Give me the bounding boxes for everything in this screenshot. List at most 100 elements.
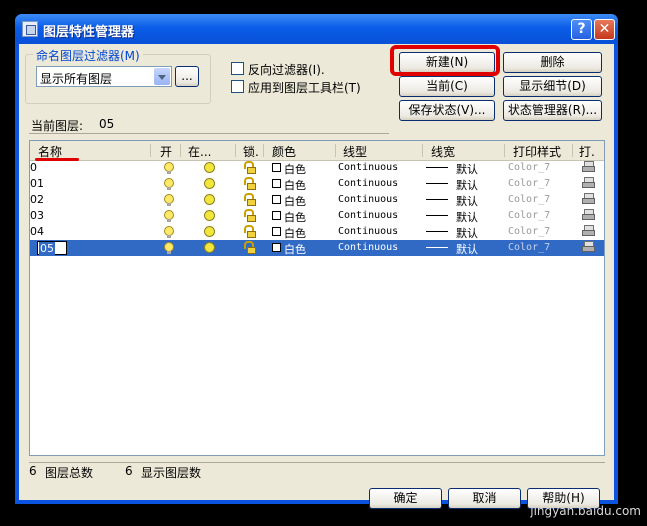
lineweight[interactable]: 默认 [456, 241, 478, 257]
sun-icon[interactable] [204, 194, 215, 205]
sun-icon[interactable] [204, 210, 215, 221]
shown-label: 显示图层数 [141, 466, 202, 480]
color-swatch[interactable] [272, 243, 281, 252]
layer-list[interactable]: 名称 开 在... 锁. 颜色 线型 线宽 打印样式 打. 0 白色 Continu… [29, 140, 605, 456]
lineweight-sample [426, 183, 448, 184]
apply-toolbar-checkbox[interactable] [231, 80, 244, 93]
column-divider[interactable] [504, 144, 505, 157]
color-swatch[interactable] [272, 195, 281, 204]
apply-toolbar-label: 应用到图层工具栏(T) [248, 81, 361, 95]
bulb-icon[interactable] [164, 226, 174, 238]
lineweight[interactable]: 默认 [456, 225, 478, 241]
window-title: 图层特性管理器 [43, 25, 135, 40]
state-manager-button[interactable]: 状态管理器(R)... [503, 100, 602, 121]
unlock-icon[interactable] [244, 209, 256, 222]
color-swatch[interactable] [272, 179, 281, 188]
sun-icon[interactable] [204, 226, 215, 237]
printer-icon[interactable] [582, 209, 595, 221]
layer-name-edit[interactable]: 05 [37, 241, 67, 255]
filter-browse-button[interactable]: ... [175, 66, 199, 87]
invert-filter-checkbox[interactable] [231, 62, 244, 75]
bulb-icon[interactable] [164, 210, 174, 222]
col-lock[interactable]: 锁. [243, 143, 259, 160]
lineweight-sample [426, 247, 448, 248]
unlock-icon[interactable] [244, 225, 256, 238]
col-color[interactable]: 颜色 [272, 143, 296, 160]
linetype[interactable]: Continuous [338, 210, 398, 221]
lineweight-sample [426, 167, 448, 168]
close-button[interactable]: ✕ [594, 19, 615, 40]
bulb-icon[interactable] [164, 242, 174, 254]
lineweight[interactable]: 默认 [456, 161, 478, 177]
unlock-icon[interactable] [244, 161, 256, 174]
unlock-icon[interactable] [244, 193, 256, 206]
lineweight[interactable]: 默认 [456, 177, 478, 193]
color-swatch[interactable] [272, 211, 281, 220]
bulb-icon[interactable] [164, 194, 174, 206]
chevron-down-icon[interactable] [154, 68, 170, 85]
color-name: 白色 [284, 243, 306, 256]
printer-icon[interactable] [582, 193, 595, 205]
sun-icon[interactable] [204, 242, 215, 253]
linetype[interactable]: Continuous [338, 194, 398, 205]
col-plot[interactable]: 打. [579, 143, 595, 160]
table-row[interactable]: 04 白色 Continuous 默认 Color_7 [30, 224, 604, 240]
column-divider[interactable] [422, 144, 423, 157]
col-on[interactable]: 开 [160, 143, 172, 160]
linetype[interactable]: Continuous [338, 162, 398, 173]
bulb-icon[interactable] [164, 162, 174, 174]
printer-icon[interactable] [582, 225, 595, 237]
layer-filter-combo[interactable]: 显示所有图层 [36, 66, 172, 87]
printer-icon[interactable] [582, 161, 595, 173]
col-lineweight[interactable]: 线宽 [431, 143, 455, 160]
layer-name: 01 [30, 177, 44, 190]
column-divider[interactable] [150, 144, 151, 157]
filter-group-label: 命名图层过滤器(M) [33, 47, 143, 64]
table-row[interactable]: 01 白色 Continuous 默认 Color_7 [30, 176, 604, 192]
printer-icon[interactable] [582, 177, 595, 189]
set-current-button[interactable]: 当前(C) [399, 76, 495, 97]
help-title-button[interactable]: ? [571, 19, 592, 40]
sun-icon[interactable] [204, 178, 215, 189]
column-divider[interactable] [335, 144, 336, 157]
title-bar[interactable]: 图层特性管理器 ? ✕ [15, 14, 618, 44]
table-row[interactable]: 02 白色 Continuous 默认 Color_7 [30, 192, 604, 208]
linetype[interactable]: Continuous [338, 178, 398, 189]
plot-style: Color_7 [508, 210, 551, 221]
dialog-body: 命名图层过滤器(M) 显示所有图层 ... 反向过滤器(I). 应用到图层工具栏… [19, 44, 614, 509]
column-divider[interactable] [263, 144, 264, 157]
ok-button[interactable]: 确定 [369, 488, 442, 509]
app-icon [22, 21, 38, 37]
lineweight[interactable]: 默认 [456, 209, 478, 225]
show-details-button[interactable]: 显示细节(D) [503, 76, 602, 97]
table-row[interactable]: 0 白色 Continuous 默认 Color_7 [30, 160, 604, 176]
table-row[interactable]: 03 白色 Continuous 默认 Color_7 [30, 208, 604, 224]
linetype[interactable]: Continuous [338, 226, 398, 237]
lineweight[interactable]: 默认 [456, 193, 478, 209]
column-divider[interactable] [572, 144, 573, 157]
bulb-icon[interactable] [164, 178, 174, 190]
column-divider[interactable] [235, 144, 236, 157]
color-name: 白色 [284, 163, 306, 176]
table-row[interactable]: 05 白色 Continuous 默认 Color_7 [30, 240, 604, 256]
red-underline-annotation [35, 158, 79, 161]
sun-icon[interactable] [204, 162, 215, 173]
save-state-button[interactable]: 保存状态(V)... [399, 100, 495, 121]
color-swatch[interactable] [272, 227, 281, 236]
col-plot-style[interactable]: 打印样式 [513, 143, 561, 160]
delete-layer-button[interactable]: 删除 [503, 52, 602, 73]
layer-name-input[interactable]: 05 [39, 242, 55, 255]
color-name: 白色 [284, 195, 306, 208]
column-divider[interactable] [180, 144, 181, 157]
unlock-icon[interactable] [244, 177, 256, 190]
divider [29, 462, 605, 463]
col-freeze[interactable]: 在... [188, 143, 211, 160]
col-linetype[interactable]: 线型 [343, 143, 367, 160]
layer-list-header: 名称 开 在... 锁. 颜色 线型 线宽 打印样式 打. [30, 141, 604, 161]
linetype[interactable]: Continuous [338, 242, 398, 253]
unlock-icon[interactable] [244, 241, 256, 254]
cancel-button[interactable]: 取消 [448, 488, 521, 509]
color-swatch[interactable] [272, 163, 281, 172]
printer-icon[interactable] [582, 241, 595, 253]
total-label: 图层总数 [45, 466, 94, 480]
